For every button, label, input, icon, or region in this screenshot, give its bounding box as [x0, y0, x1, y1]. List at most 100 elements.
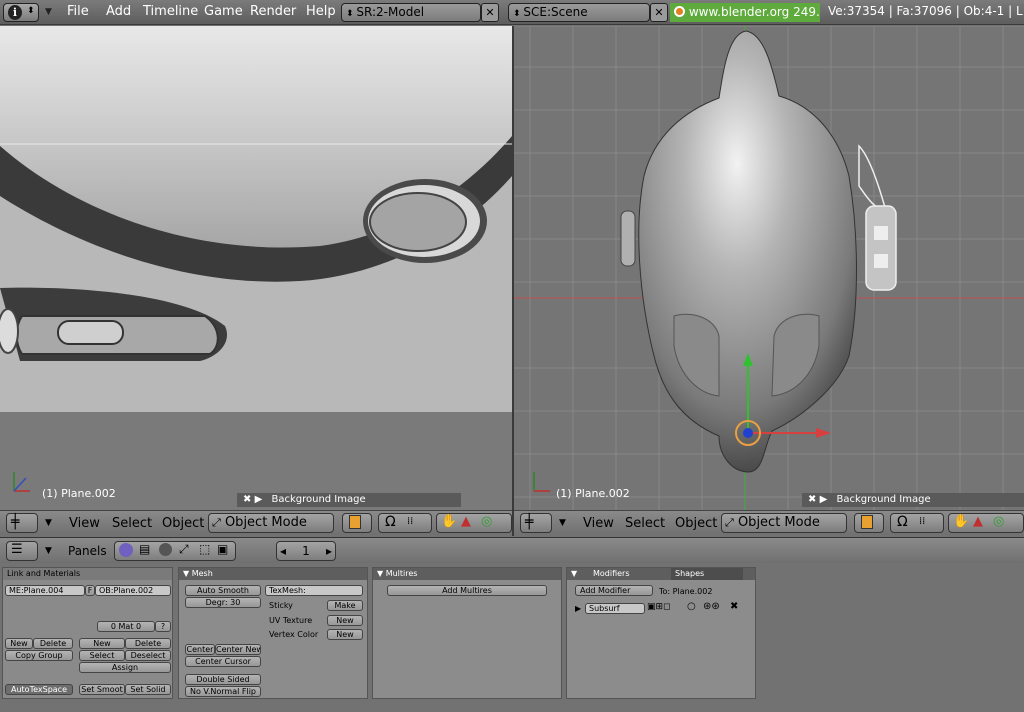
- expand-triangle-icon[interactable]: ▶: [255, 494, 263, 505]
- subsurf-modifier-name[interactable]: Subsurf: [585, 603, 645, 614]
- assign-material-button[interactable]: Assign: [79, 662, 171, 673]
- texmesh-field[interactable]: TexMesh:: [265, 585, 363, 596]
- collapse-triangle-icon[interactable]: ▼: [559, 518, 566, 528]
- rotate-manip-icon[interactable]: ◎: [993, 514, 1004, 529]
- menu-game[interactable]: Game: [204, 4, 243, 19]
- new-material-button[interactable]: New: [79, 638, 125, 649]
- menu-add[interactable]: Add: [106, 4, 131, 19]
- vertex-color-new-button[interactable]: New: [327, 629, 363, 640]
- view3d-window-type-button[interactable]: ╪: [520, 513, 552, 533]
- menu-object[interactable]: Object: [675, 516, 717, 531]
- script-icon[interactable]: ▤: [139, 542, 150, 556]
- collapse-triangle-icon[interactable]: ▼: [183, 569, 192, 578]
- collapse-triangle-icon[interactable]: ▼: [571, 569, 577, 578]
- mesh-datablock-field[interactable]: ME:Plane.004: [5, 585, 85, 596]
- right-arrow-icon[interactable]: ▸: [326, 542, 332, 560]
- mode-selector[interactable]: ⤢ Object Mode: [721, 513, 847, 533]
- buttons-window-type-button[interactable]: ☰: [6, 541, 38, 561]
- logic-icon[interactable]: [119, 543, 133, 557]
- uv-texture-new-button[interactable]: New: [327, 615, 363, 626]
- menu-view[interactable]: View: [69, 516, 100, 531]
- delete-screen-button[interactable]: ✕: [481, 3, 499, 22]
- menu-view[interactable]: View: [583, 516, 614, 531]
- hand-icon[interactable]: ✋: [953, 514, 969, 529]
- menu-render[interactable]: Render: [250, 4, 296, 19]
- close-icon[interactable]: ✖: [243, 494, 251, 505]
- center-button[interactable]: Center: [185, 644, 215, 655]
- delete-material-button[interactable]: Delete: [125, 638, 171, 649]
- left-viewport-header: ╪ ▼ View Select Object ⤢ Object Mode Ω ⁞⁞…: [0, 510, 512, 535]
- deselect-material-button[interactable]: Deselect: [125, 650, 171, 661]
- shading-icon[interactable]: [159, 543, 172, 556]
- add-multires-button[interactable]: Add Multires: [387, 585, 547, 596]
- collapse-triangle-icon[interactable]: ▼: [45, 7, 52, 17]
- object-datablock-field[interactable]: OB:Plane.002: [95, 585, 171, 596]
- frame-number-field[interactable]: ◂ 1 ▸: [276, 541, 336, 561]
- expand-triangle-icon[interactable]: ▶: [820, 494, 828, 505]
- material-index-field[interactable]: 0 Mat 0: [97, 621, 155, 632]
- manipulator-buttons[interactable]: ✋ ▲ ◎: [948, 513, 1024, 533]
- pivot-button[interactable]: Ω ⁞⁞: [890, 513, 944, 533]
- mesh-panel: ▼ Mesh Auto Smooth Degr: 30 TexMesh: Sti…: [178, 567, 368, 699]
- info-window-type-button[interactable]: i ⬍: [3, 3, 39, 22]
- copy-group-button[interactable]: Copy Group: [5, 650, 73, 661]
- tab-shapes[interactable]: Shapes: [671, 568, 743, 580]
- set-solid-button[interactable]: Set Solid: [125, 684, 171, 695]
- center-new-button[interactable]: Center New: [215, 644, 261, 655]
- right-background-image-panel[interactable]: ✖ ▶ Background Image: [802, 493, 1024, 507]
- pivot-button[interactable]: Ω ⁞⁞: [378, 513, 432, 533]
- collapse-triangle-icon[interactable]: ▼: [377, 569, 386, 578]
- scene-icon[interactable]: ▣: [217, 542, 228, 556]
- menu-object[interactable]: Object: [162, 516, 204, 531]
- menu-select[interactable]: Select: [112, 516, 152, 531]
- panels-label[interactable]: Panels: [68, 544, 107, 558]
- delete-vertex-group-button[interactable]: Delete: [33, 638, 73, 649]
- translate-icon[interactable]: ▲: [973, 514, 983, 529]
- editing-icon[interactable]: ⬚: [199, 542, 210, 556]
- double-sided-toggle[interactable]: Double Sided: [185, 674, 261, 685]
- translate-icon[interactable]: ▲: [461, 514, 471, 529]
- menu-timeline[interactable]: Timeline: [143, 4, 198, 19]
- mode-selector[interactable]: ⤢ Object Mode: [208, 513, 334, 533]
- left-3d-viewport[interactable]: (1) Plane.002 ✖ ▶ Background Image: [0, 26, 512, 510]
- draw-type-button[interactable]: [342, 513, 372, 533]
- view3d-window-type-button[interactable]: ╪: [6, 513, 38, 533]
- menu-file[interactable]: File: [67, 4, 89, 19]
- material-help-button[interactable]: ?: [155, 621, 171, 632]
- modifier-cage-icon[interactable]: ○: [687, 601, 696, 612]
- scene-selector[interactable]: ⬍ SCE:Scene: [508, 3, 650, 22]
- new-vertex-group-button[interactable]: New: [5, 638, 33, 649]
- collapse-triangle-icon[interactable]: ▼: [45, 546, 52, 556]
- left-background-image-panel[interactable]: ✖ ▶ Background Image: [237, 493, 461, 507]
- auto-smooth-toggle[interactable]: Auto Smooth: [185, 585, 261, 596]
- delete-scene-button[interactable]: ✕: [650, 3, 668, 22]
- viewport-divider[interactable]: [512, 26, 514, 536]
- hand-icon[interactable]: ✋: [441, 514, 457, 529]
- object-icon[interactable]: ⤢: [179, 542, 189, 557]
- move-up-icon[interactable]: ⊛⊛: [703, 601, 720, 612]
- manipulator-buttons[interactable]: ✋ ▲ ◎: [436, 513, 512, 533]
- context-buttons[interactable]: ▤ ⤢ ⬚ ▣: [114, 541, 236, 561]
- sticky-make-button[interactable]: Make: [327, 600, 363, 611]
- draw-type-button[interactable]: [854, 513, 884, 533]
- screen-selector[interactable]: ⬍ SR:2-Model: [341, 3, 481, 22]
- close-icon[interactable]: ✖: [730, 601, 738, 612]
- right-3d-viewport[interactable]: (1) Plane.002 ✖ ▶ Background Image: [514, 26, 1024, 510]
- add-modifier-dropdown[interactable]: Add Modifier: [575, 585, 653, 596]
- center-cursor-button[interactable]: Center Cursor: [185, 656, 261, 667]
- collapse-triangle-icon[interactable]: ▼: [45, 518, 52, 528]
- degree-field[interactable]: Degr: 30: [185, 597, 261, 608]
- expand-triangle-icon[interactable]: ▶: [575, 604, 581, 613]
- menu-select[interactable]: Select: [625, 516, 665, 531]
- menu-help[interactable]: Help: [306, 4, 336, 19]
- rotate-manip-icon[interactable]: ◎: [481, 514, 492, 529]
- close-icon[interactable]: ✖: [808, 494, 816, 505]
- fake-user-button[interactable]: F: [85, 585, 95, 596]
- select-material-button[interactable]: Select: [79, 650, 125, 661]
- left-arrow-icon[interactable]: ◂: [280, 542, 286, 560]
- tab-modifiers[interactable]: Modifiers: [593, 568, 630, 580]
- no-vnormal-flip-toggle[interactable]: No V.Normal Flip: [185, 686, 261, 697]
- modifier-display-icons[interactable]: ▣⊞◻: [647, 602, 671, 612]
- set-smooth-button[interactable]: Set Smoot: [79, 684, 125, 695]
- autotexspace-toggle[interactable]: AutoTexSpace: [5, 684, 73, 695]
